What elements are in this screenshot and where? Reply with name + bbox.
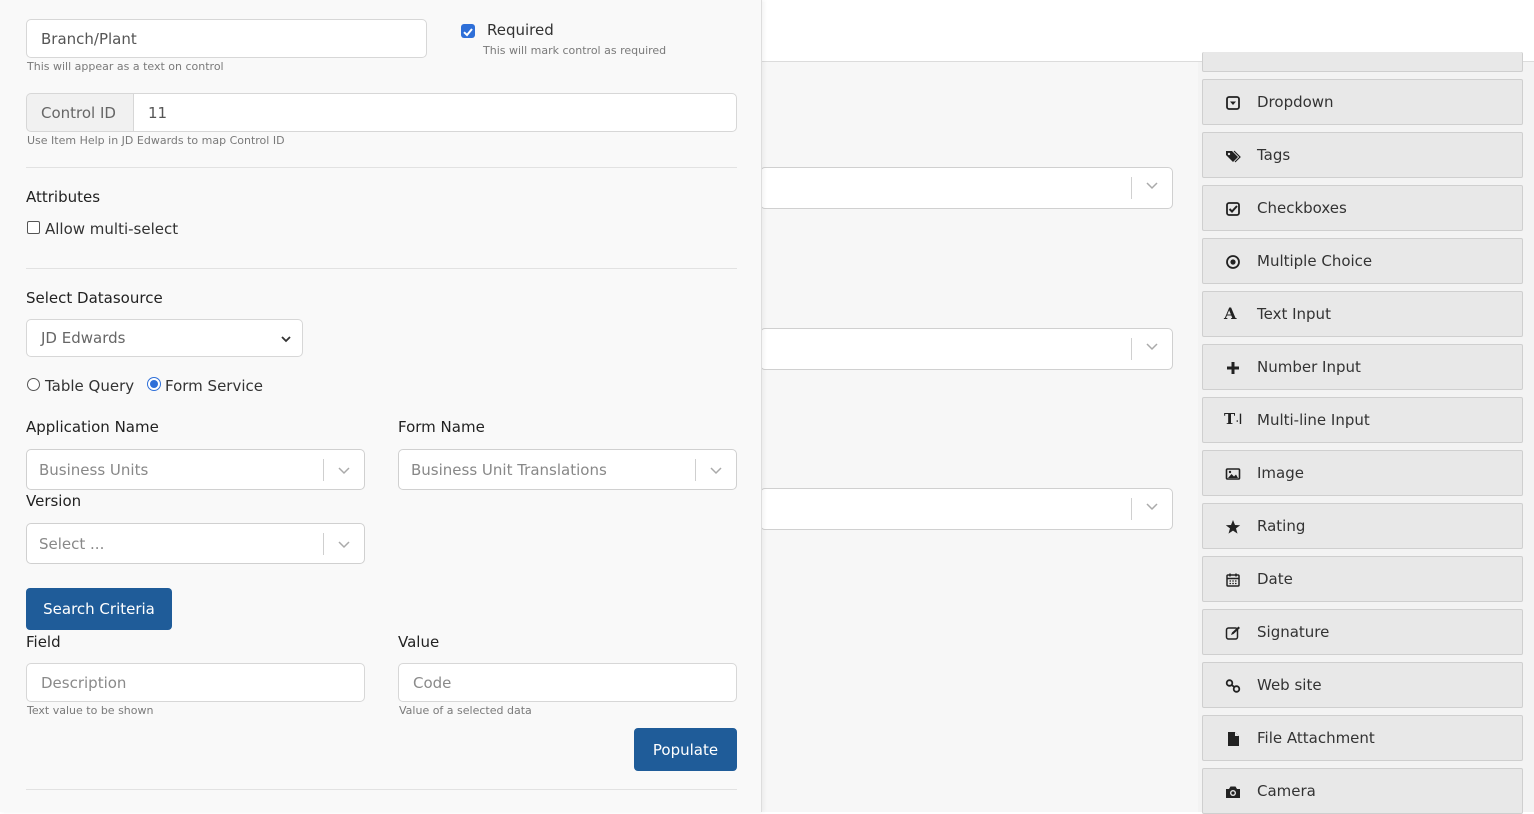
palette-item-label: Checkboxes bbox=[1257, 199, 1347, 217]
value-help-text: Value of a selected data bbox=[399, 704, 532, 717]
form-name-heading: Form Name bbox=[398, 418, 485, 436]
value-placeholder: Code bbox=[413, 673, 452, 692]
text-icon: A bbox=[1224, 304, 1237, 323]
chevron-down-icon bbox=[338, 467, 350, 475]
palette-item-label: Date bbox=[1257, 570, 1293, 588]
form-name-select[interactable]: Business Unit Translations bbox=[398, 449, 737, 490]
datasource-selected-value: JD Edwards bbox=[41, 329, 126, 347]
palette-item-label: Dropdown bbox=[1257, 93, 1334, 111]
required-label: Required bbox=[487, 21, 554, 39]
calendar-icon bbox=[1225, 572, 1241, 588]
datasource-select[interactable]: JD Edwards bbox=[26, 319, 303, 357]
application-name-value: Business Units bbox=[39, 460, 149, 479]
palette-item-label: File Attachment bbox=[1257, 729, 1375, 747]
label-text-input[interactable]: Branch/Plant bbox=[26, 19, 427, 58]
allow-multi-select-checkbox[interactable] bbox=[27, 221, 40, 234]
search-criteria-button[interactable]: Search Criteria bbox=[26, 588, 172, 630]
palette-item-multiline-input[interactable]: T꜋ Multi-line Input bbox=[1202, 397, 1523, 443]
value-input[interactable]: Code bbox=[398, 663, 737, 702]
camera-icon bbox=[1225, 784, 1241, 800]
chevron-down-icon bbox=[1146, 182, 1158, 190]
control-id-input[interactable]: 11 bbox=[133, 93, 737, 132]
field-help-text: Text value to be shown bbox=[27, 704, 154, 717]
palette-item-camera[interactable]: Camera bbox=[1202, 768, 1523, 814]
version-heading: Version bbox=[26, 492, 82, 510]
palette-item-text-input[interactable]: A Text Input bbox=[1202, 291, 1523, 337]
control-id-help-text: Use Item Help in JD Edwards to map Contr… bbox=[27, 134, 285, 147]
populate-button[interactable]: Populate bbox=[634, 728, 737, 771]
palette-item-tags[interactable]: Tags bbox=[1202, 132, 1523, 178]
palette-item-label: Web site bbox=[1257, 676, 1322, 694]
control-properties-panel: Branch/Plant This will appear as a text … bbox=[0, 0, 762, 812]
canvas-dropdown-3[interactable] bbox=[760, 488, 1173, 530]
form-name-value: Business Unit Translations bbox=[411, 460, 607, 479]
multiline-text-icon: T꜋ bbox=[1224, 410, 1243, 428]
chevron-down-icon bbox=[1146, 343, 1158, 351]
application-name-heading: Application Name bbox=[26, 418, 159, 436]
palette-item-label: Tags bbox=[1257, 146, 1291, 164]
label-help-text: This will appear as a text on control bbox=[27, 60, 224, 73]
divider bbox=[26, 789, 737, 790]
required-help-text: This will mark control as required bbox=[483, 44, 667, 57]
chevron-down-icon bbox=[281, 336, 291, 343]
radio-icon bbox=[1225, 254, 1241, 270]
table-query-label: Table Query bbox=[45, 377, 135, 395]
tags-icon bbox=[1225, 148, 1241, 164]
field-input[interactable]: Description bbox=[26, 663, 365, 702]
star-icon bbox=[1225, 519, 1241, 535]
table-query-radio[interactable] bbox=[27, 378, 40, 391]
palette-item-label: Signature bbox=[1257, 623, 1330, 641]
select-datasource-heading: Select Datasource bbox=[26, 289, 163, 307]
palette-item-number-input[interactable]: Number Input bbox=[1202, 344, 1523, 390]
form-service-radio[interactable] bbox=[147, 377, 161, 391]
allow-multi-select-label: Allow multi-select bbox=[45, 220, 179, 238]
palette-item-web-site[interactable]: Web site bbox=[1202, 662, 1523, 708]
link-icon bbox=[1225, 678, 1241, 694]
palette-item-multiple-choice[interactable]: Multiple Choice bbox=[1202, 238, 1523, 284]
checkbox-icon bbox=[1225, 201, 1241, 217]
application-name-select[interactable]: Business Units bbox=[26, 449, 365, 490]
form-service-label: Form Service bbox=[165, 377, 263, 395]
label-text-value: Branch/Plant bbox=[41, 29, 137, 48]
field-placeholder: Description bbox=[41, 673, 127, 692]
file-icon bbox=[1225, 731, 1241, 747]
palette-item-signature[interactable]: Signature bbox=[1202, 609, 1523, 655]
chevron-down-icon bbox=[1146, 503, 1158, 511]
chevron-down-icon bbox=[338, 541, 350, 549]
palette-item-label: Text Input bbox=[1257, 305, 1331, 323]
canvas-dropdown-1[interactable] bbox=[760, 167, 1173, 209]
palette-item-label: Rating bbox=[1257, 517, 1306, 535]
chevron-down-icon bbox=[710, 467, 722, 475]
palette-item-dropdown[interactable]: Dropdown bbox=[1202, 79, 1523, 125]
plus-icon bbox=[1225, 360, 1241, 376]
divider bbox=[26, 268, 737, 269]
dropdown-icon bbox=[1225, 95, 1241, 111]
palette-item-label: Camera bbox=[1257, 782, 1316, 800]
palette-item-label: Number Input bbox=[1257, 358, 1361, 376]
version-select[interactable]: Select ... bbox=[26, 523, 365, 564]
image-icon bbox=[1225, 466, 1241, 482]
value-heading: Value bbox=[398, 633, 440, 651]
palette-item-label: Image bbox=[1257, 464, 1304, 482]
palette-item-rating[interactable]: Rating bbox=[1202, 503, 1523, 549]
attributes-heading: Attributes bbox=[26, 188, 101, 206]
palette-item-file-attachment[interactable]: File Attachment bbox=[1202, 715, 1523, 761]
version-placeholder: Select ... bbox=[39, 534, 105, 553]
palette-item-checkboxes[interactable]: Checkboxes bbox=[1202, 185, 1523, 231]
divider bbox=[26, 167, 737, 168]
required-checkbox[interactable] bbox=[461, 24, 475, 38]
palette-item-hidden[interactable] bbox=[1202, 52, 1523, 72]
control-id-addon: Control ID bbox=[26, 93, 134, 132]
check-icon bbox=[463, 28, 473, 37]
control-id-value: 11 bbox=[148, 103, 168, 122]
palette-item-image[interactable]: Image bbox=[1202, 450, 1523, 496]
palette-item-label: Multi-line Input bbox=[1257, 411, 1370, 429]
pen-icon bbox=[1225, 625, 1241, 641]
palette-item-label: Multiple Choice bbox=[1257, 252, 1373, 270]
field-heading: Field bbox=[26, 633, 61, 651]
palette-item-date[interactable]: Date bbox=[1202, 556, 1523, 602]
canvas-dropdown-2[interactable] bbox=[760, 328, 1173, 370]
